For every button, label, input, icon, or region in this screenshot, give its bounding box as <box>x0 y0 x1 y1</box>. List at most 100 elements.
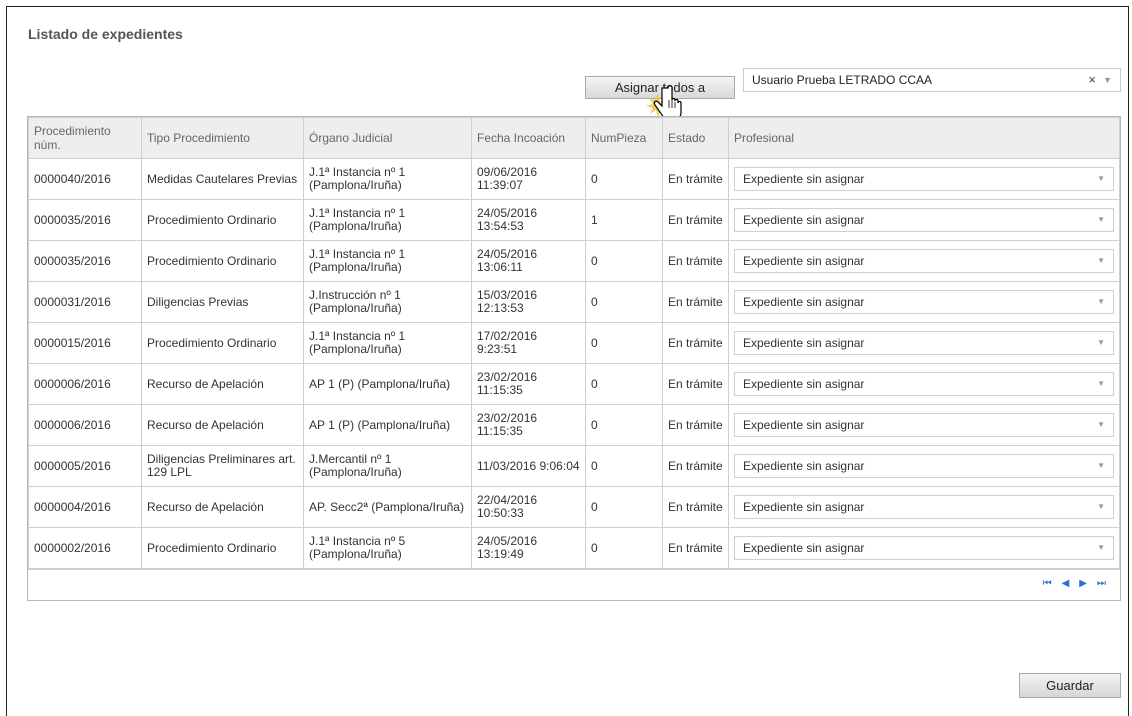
profesional-select-value: Expediente sin asignar <box>743 500 865 514</box>
prev-page-icon[interactable]: ◀ <box>1062 578 1070 589</box>
profesional-select[interactable]: Expediente sin asignar ▼ <box>734 208 1114 232</box>
organo-judicial-cell: J.1ª Instancia nº 5 (Pamplona/Iruña) <box>303 527 472 569</box>
chevron-down-icon[interactable]: ▼ <box>1097 209 1105 231</box>
profesional-select[interactable]: Expediente sin asignar ▼ <box>734 495 1114 519</box>
profesional-cell: Expediente sin asignar ▼ <box>728 527 1120 569</box>
chevron-down-icon[interactable]: ▼ <box>1103 69 1112 91</box>
tipo-procedimiento-cell: Procedimiento Ordinario <box>141 322 304 364</box>
chevron-down-icon[interactable]: ▼ <box>1097 455 1105 477</box>
organo-judicial-cell: AP. Secc2ª (Pamplona/Iruña) <box>303 486 472 528</box>
page-title: Listado de expedientes <box>28 26 183 42</box>
organo-judicial-cell: J.1ª Instancia nº 1 (Pamplona/Iruña) <box>303 240 472 282</box>
num-pieza-cell: 0 <box>585 445 663 487</box>
fecha-incoacion-cell: 24/05/2016 13:19:49 <box>471 527 586 569</box>
save-button[interactable]: Guardar <box>1019 673 1121 698</box>
tipo-procedimiento-cell: Recurso de Apelación <box>141 404 304 446</box>
profesional-select[interactable]: Expediente sin asignar ▼ <box>734 413 1114 437</box>
chevron-down-icon[interactable]: ▼ <box>1097 332 1105 354</box>
profesional-cell: Expediente sin asignar ▼ <box>728 363 1120 405</box>
column-header-numpieza[interactable]: NumPieza <box>585 117 663 159</box>
profesional-cell: Expediente sin asignar ▼ <box>728 486 1120 528</box>
estado-cell: En trámite <box>662 527 729 569</box>
table-row: 0000040/2016 Medidas Cautelares Previas J.… <box>28 158 1120 200</box>
fecha-incoacion-cell: 23/02/2016 11:15:35 <box>471 363 586 405</box>
estado-cell: En trámite <box>662 404 729 446</box>
profesional-select[interactable]: Expediente sin asignar ▼ <box>734 249 1114 273</box>
procedimiento-num-cell: 0000005/2016 <box>28 445 142 487</box>
user-select[interactable]: Usuario Prueba LETRADO CCAA × ▼ <box>743 68 1121 92</box>
fecha-incoacion-cell: 17/02/2016 9:23:51 <box>471 322 586 364</box>
tipo-procedimiento-cell: Diligencias Preliminares art. 129 LPL <box>141 445 304 487</box>
next-page-icon[interactable]: ▶ <box>1079 578 1087 589</box>
fecha-incoacion-cell: 15/03/2016 12:13:53 <box>471 281 586 323</box>
column-header-tipo[interactable]: Tipo Procedimiento <box>141 117 304 159</box>
chevron-down-icon[interactable]: ▼ <box>1097 537 1105 559</box>
procedimiento-num-cell: 0000035/2016 <box>28 240 142 282</box>
profesional-select-value: Expediente sin asignar <box>743 418 865 432</box>
procedimiento-num-cell: 0000035/2016 <box>28 199 142 241</box>
table-row: 0000035/2016 Procedimiento Ordinario J.1ª … <box>28 199 1120 241</box>
pager-bar: ⏮ ◀ ▶ ⏭ <box>28 569 1120 600</box>
column-header-profesional[interactable]: Profesional <box>728 117 1120 159</box>
table-row: 0000004/2016 Recurso de Apelación AP. Secc… <box>28 486 1120 528</box>
estado-cell: En trámite <box>662 240 729 282</box>
column-header-estado[interactable]: Estado <box>662 117 729 159</box>
profesional-select[interactable]: Expediente sin asignar ▼ <box>734 536 1114 560</box>
procedimiento-num-cell: 0000006/2016 <box>28 363 142 405</box>
profesional-cell: Expediente sin asignar ▼ <box>728 445 1120 487</box>
table-row: 0000035/2016 Procedimiento Ordinario J.1ª … <box>28 240 1120 282</box>
table-row: 0000006/2016 Recurso de Apelación AP 1 (P)… <box>28 363 1120 405</box>
profesional-cell: Expediente sin asignar ▼ <box>728 322 1120 364</box>
profesional-select-value: Expediente sin asignar <box>743 295 865 309</box>
tipo-procedimiento-cell: Procedimiento Ordinario <box>141 240 304 282</box>
chevron-down-icon[interactable]: ▼ <box>1097 373 1105 395</box>
profesional-cell: Expediente sin asignar ▼ <box>728 404 1120 446</box>
chevron-down-icon[interactable]: ▼ <box>1097 291 1105 313</box>
first-page-icon[interactable]: ⏮ <box>1043 578 1052 589</box>
tipo-procedimiento-cell: Recurso de Apelación <box>141 363 304 405</box>
table-row: 0000002/2016 Procedimiento Ordinario J.1ª … <box>28 527 1120 569</box>
profesional-select[interactable]: Expediente sin asignar ▼ <box>734 290 1114 314</box>
estado-cell: En trámite <box>662 486 729 528</box>
tipo-procedimiento-cell: Medidas Cautelares Previas <box>141 158 304 200</box>
last-page-icon[interactable]: ⏭ <box>1097 578 1106 589</box>
procedimiento-num-cell: 0000015/2016 <box>28 322 142 364</box>
profesional-select[interactable]: Expediente sin asignar ▼ <box>734 167 1114 191</box>
procedimiento-num-cell: 0000006/2016 <box>28 404 142 446</box>
column-header-organo[interactable]: Órgano Judicial <box>303 117 472 159</box>
profesional-select-value: Expediente sin asignar <box>743 541 865 555</box>
estado-cell: En trámite <box>662 281 729 323</box>
num-pieza-cell: 0 <box>585 322 663 364</box>
num-pieza-cell: 0 <box>585 363 663 405</box>
profesional-select[interactable]: Expediente sin asignar ▼ <box>734 372 1114 396</box>
organo-judicial-cell: J.1ª Instancia nº 1 (Pamplona/Iruña) <box>303 199 472 241</box>
profesional-select-value: Expediente sin asignar <box>743 459 865 473</box>
fecha-incoacion-cell: 24/05/2016 13:54:53 <box>471 199 586 241</box>
column-header-procedimiento[interactable]: Procedimiento núm. <box>28 117 142 159</box>
profesional-select-value: Expediente sin asignar <box>743 172 865 186</box>
procedimiento-num-cell: 0000004/2016 <box>28 486 142 528</box>
fecha-incoacion-cell: 23/02/2016 11:15:35 <box>471 404 586 446</box>
profesional-select[interactable]: Expediente sin asignar ▼ <box>734 331 1114 355</box>
procedimiento-num-cell: 0000031/2016 <box>28 281 142 323</box>
organo-judicial-cell: AP 1 (P) (Pamplona/Iruña) <box>303 363 472 405</box>
organo-judicial-cell: J.1ª Instancia nº 1 (Pamplona/Iruña) <box>303 322 472 364</box>
chevron-down-icon[interactable]: ▼ <box>1097 168 1105 190</box>
tipo-procedimiento-cell: Procedimiento Ordinario <box>141 527 304 569</box>
procedimiento-num-cell: 0000040/2016 <box>28 158 142 200</box>
table-row: 0000005/2016 Diligencias Preliminares art… <box>28 445 1120 487</box>
chevron-down-icon[interactable]: ▼ <box>1097 414 1105 436</box>
procedimiento-num-cell: 0000002/2016 <box>28 527 142 569</box>
profesional-select[interactable]: Expediente sin asignar ▼ <box>734 454 1114 478</box>
chevron-down-icon[interactable]: ▼ <box>1097 496 1105 518</box>
num-pieza-cell: 0 <box>585 404 663 446</box>
organo-judicial-cell: J.1ª Instancia nº 1 (Pamplona/Iruña) <box>303 158 472 200</box>
estado-cell: En trámite <box>662 445 729 487</box>
profesional-cell: Expediente sin asignar ▼ <box>728 199 1120 241</box>
chevron-down-icon[interactable]: ▼ <box>1097 250 1105 272</box>
column-header-fecha[interactable]: Fecha Incoación <box>471 117 586 159</box>
table-row: 0000006/2016 Recurso de Apelación AP 1 (P)… <box>28 404 1120 446</box>
num-pieza-cell: 1 <box>585 199 663 241</box>
table-header-row: Procedimiento núm. Tipo Procedimiento Ór… <box>28 117 1120 159</box>
clear-icon[interactable]: × <box>1088 69 1096 91</box>
